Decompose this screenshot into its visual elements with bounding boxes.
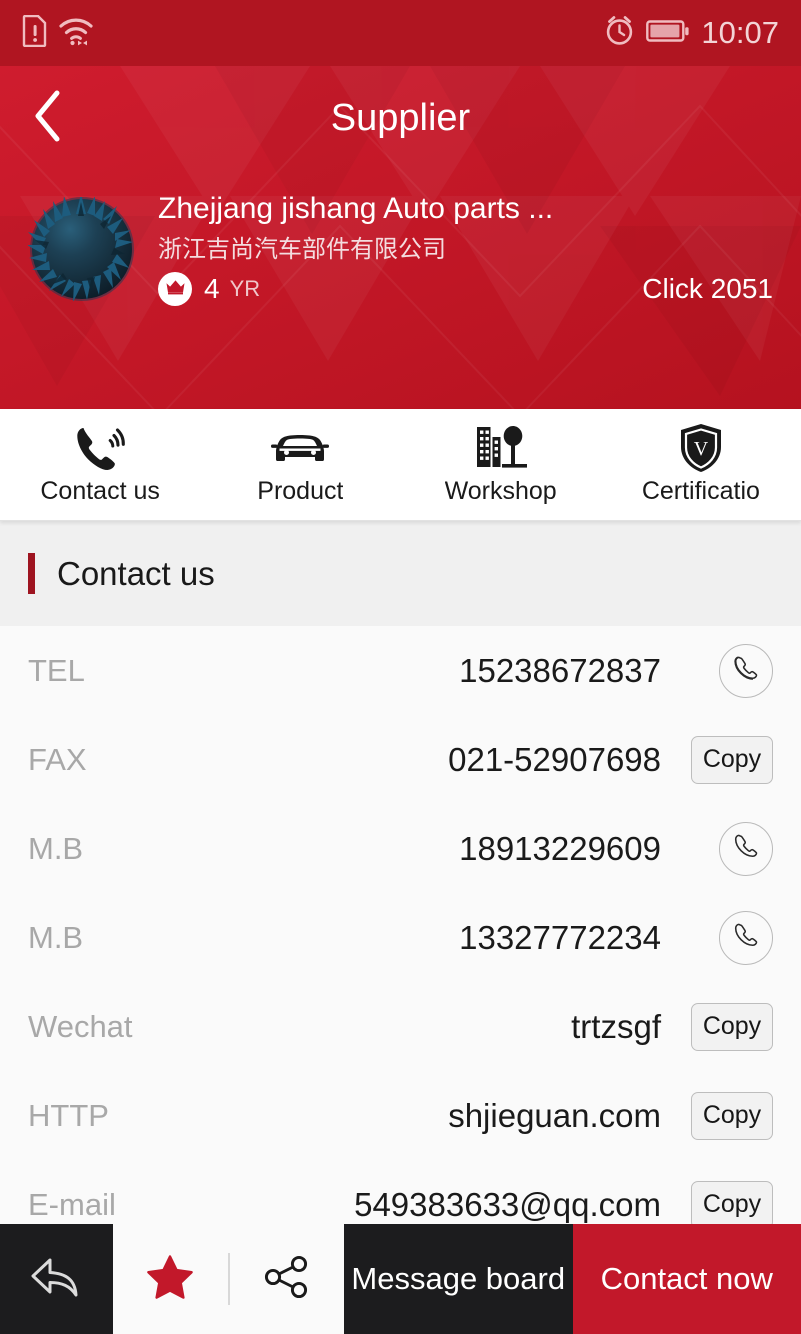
- tab-workshop[interactable]: Workshop: [401, 409, 601, 520]
- tab-label: Contact us: [40, 477, 160, 505]
- row-action: Copy: [687, 1180, 773, 1229]
- battery-icon: [646, 18, 690, 49]
- car-icon: [269, 423, 331, 473]
- company-info: Zhejjang jishang Auto parts ... 浙江吉尚汽车部件…: [136, 189, 777, 306]
- supplier-detail-screen: 10:07 Supplier Zhejjang jishang Auto par…: [0, 0, 801, 1334]
- row-action: Copy: [687, 1091, 773, 1140]
- row-label: M.B: [28, 830, 84, 866]
- call-button[interactable]: [719, 821, 773, 876]
- table-row: Wechat trtzsgf Copy: [0, 982, 801, 1071]
- table-row: FAX 021-52907698 Copy: [0, 715, 801, 804]
- section-header-contact-us: Contact us: [0, 521, 801, 626]
- row-value: 13327772234: [459, 918, 661, 956]
- company-meta-row: 4 YR Click 2051: [158, 272, 777, 306]
- click-count-label: Click 2051: [642, 273, 773, 304]
- row-value: 549383633@qq.com: [354, 1185, 661, 1223]
- company-name-english: Zhejjang jishang Auto parts ...: [158, 192, 554, 225]
- row-value: trtzsgf: [571, 1007, 661, 1045]
- phone-handset-icon: [732, 654, 760, 687]
- favorite-button[interactable]: [113, 1224, 228, 1334]
- copy-button[interactable]: Copy: [691, 1091, 773, 1140]
- row-label: HTTP: [28, 1097, 109, 1133]
- row-action: [687, 910, 773, 965]
- supplier-header-panel: Supplier Zhejjang jishang Auto parts ...…: [0, 66, 801, 409]
- tab-certification[interactable]: V Certificatio: [601, 409, 801, 520]
- company-logo: [28, 197, 136, 301]
- row-label: E-mail: [28, 1186, 116, 1222]
- contact-now-button[interactable]: Contact now: [572, 1224, 801, 1334]
- bottom-action-bar: Message board Contact now: [0, 1224, 801, 1334]
- star-filled-icon: [146, 1254, 194, 1305]
- status-bar-clock: 10:07: [701, 15, 779, 50]
- crown-badge: [158, 272, 192, 306]
- supplier-years-value: 4: [204, 273, 220, 304]
- row-action: [687, 821, 773, 876]
- status-bar-right-icons: 10:07: [604, 15, 779, 51]
- share-button[interactable]: [230, 1224, 345, 1334]
- back-button[interactable]: [18, 89, 78, 149]
- table-row: TEL 15238672837: [0, 626, 801, 715]
- sim-card-alert-icon: [22, 14, 48, 52]
- phone-handset-icon: [732, 832, 760, 865]
- status-bar: 10:07: [0, 0, 801, 66]
- section-accent-bar: [28, 553, 35, 594]
- row-action: [687, 643, 773, 698]
- chevron-left-icon: [31, 89, 65, 148]
- call-button[interactable]: [719, 910, 773, 965]
- row-action: Copy: [687, 1002, 773, 1051]
- row-value: 18913229609: [459, 829, 661, 867]
- crown-icon: [165, 279, 186, 300]
- bottom-icon-group: [113, 1224, 344, 1334]
- copy-button[interactable]: Copy: [691, 735, 773, 784]
- svg-text:V: V: [694, 438, 709, 460]
- shield-verified-icon: V: [678, 423, 724, 473]
- copy-button[interactable]: Copy: [691, 1180, 773, 1229]
- table-row: M.B 18913229609: [0, 804, 801, 893]
- supplier-years-unit: YR: [229, 276, 261, 301]
- reply-arrow-icon: [28, 1252, 86, 1307]
- row-value: 15238672837: [459, 651, 661, 689]
- row-label: M.B: [28, 919, 84, 955]
- row-label: Wechat: [28, 1008, 133, 1044]
- row-label: FAX: [28, 741, 87, 777]
- tab-label: Certificatio: [641, 477, 760, 505]
- tab-product[interactable]: Product: [200, 409, 400, 520]
- bottom-back-button[interactable]: [0, 1224, 113, 1334]
- row-value: 021-52907698: [448, 740, 661, 778]
- factory-tree-icon: [473, 423, 529, 473]
- tab-contact-us[interactable]: Contact us: [0, 409, 200, 520]
- company-summary: Zhejjang jishang Auto parts ... 浙江吉尚汽车部件…: [0, 171, 801, 306]
- tab-label: Product: [257, 477, 344, 505]
- row-action: Copy: [687, 735, 773, 784]
- alarm-clock-icon: [604, 15, 635, 51]
- row-value: shjieguan.com: [448, 1096, 661, 1134]
- share-nodes-icon: [262, 1253, 312, 1306]
- section-title: Contact us: [57, 554, 215, 592]
- phone-ringing-icon: [73, 423, 127, 473]
- table-row: HTTP shjieguan.com Copy: [0, 1071, 801, 1160]
- copy-button[interactable]: Copy: [691, 1002, 773, 1051]
- tab-label: Workshop: [444, 477, 557, 505]
- table-row: M.B 13327772234: [0, 893, 801, 982]
- row-label: TEL: [28, 652, 85, 688]
- supplier-tab-bar: Contact us Product Workshop V Certificat…: [0, 409, 801, 521]
- navigation-bar: Supplier: [0, 66, 801, 171]
- phone-handset-icon: [732, 921, 760, 954]
- call-button[interactable]: [719, 643, 773, 698]
- page-title: Supplier: [330, 97, 471, 139]
- message-board-button[interactable]: Message board: [344, 1224, 573, 1334]
- logo-spikes-shape: [28, 197, 133, 301]
- status-bar-left-icons: [22, 14, 94, 52]
- wifi-icon: [58, 15, 94, 52]
- company-name-chinese: 浙江吉尚汽车部件有限公司: [158, 235, 446, 263]
